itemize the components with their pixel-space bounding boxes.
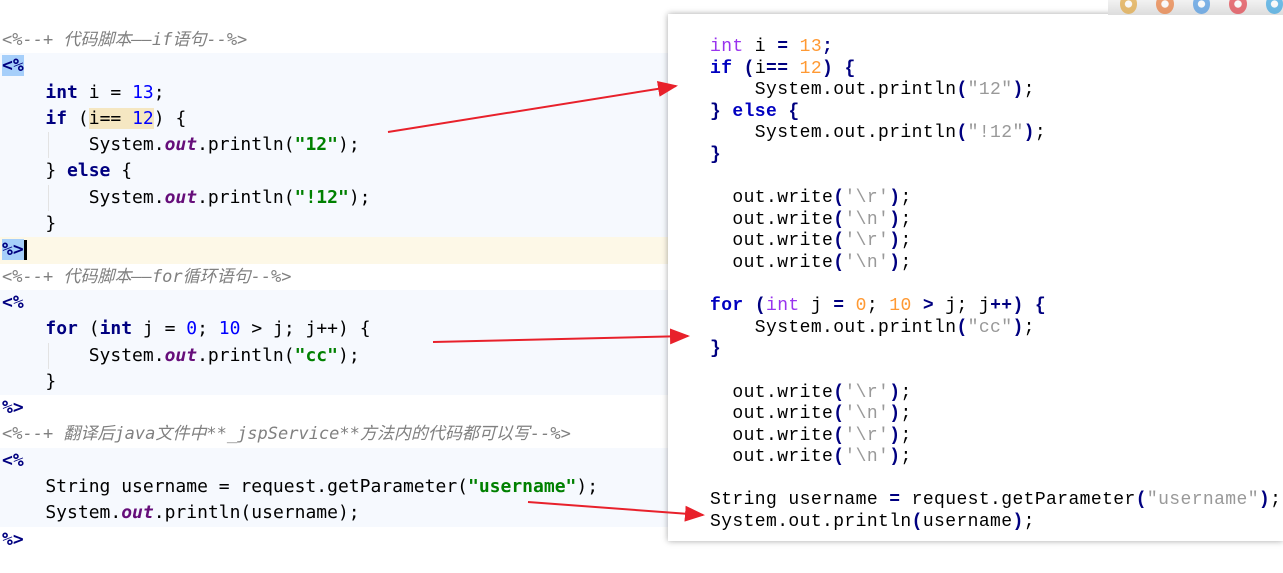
arrow-for-block: [432, 328, 690, 345]
arrow-if-block: [387, 80, 678, 133]
arrow-username-block: [527, 501, 705, 522]
annotation-arrows: [387, 80, 705, 522]
